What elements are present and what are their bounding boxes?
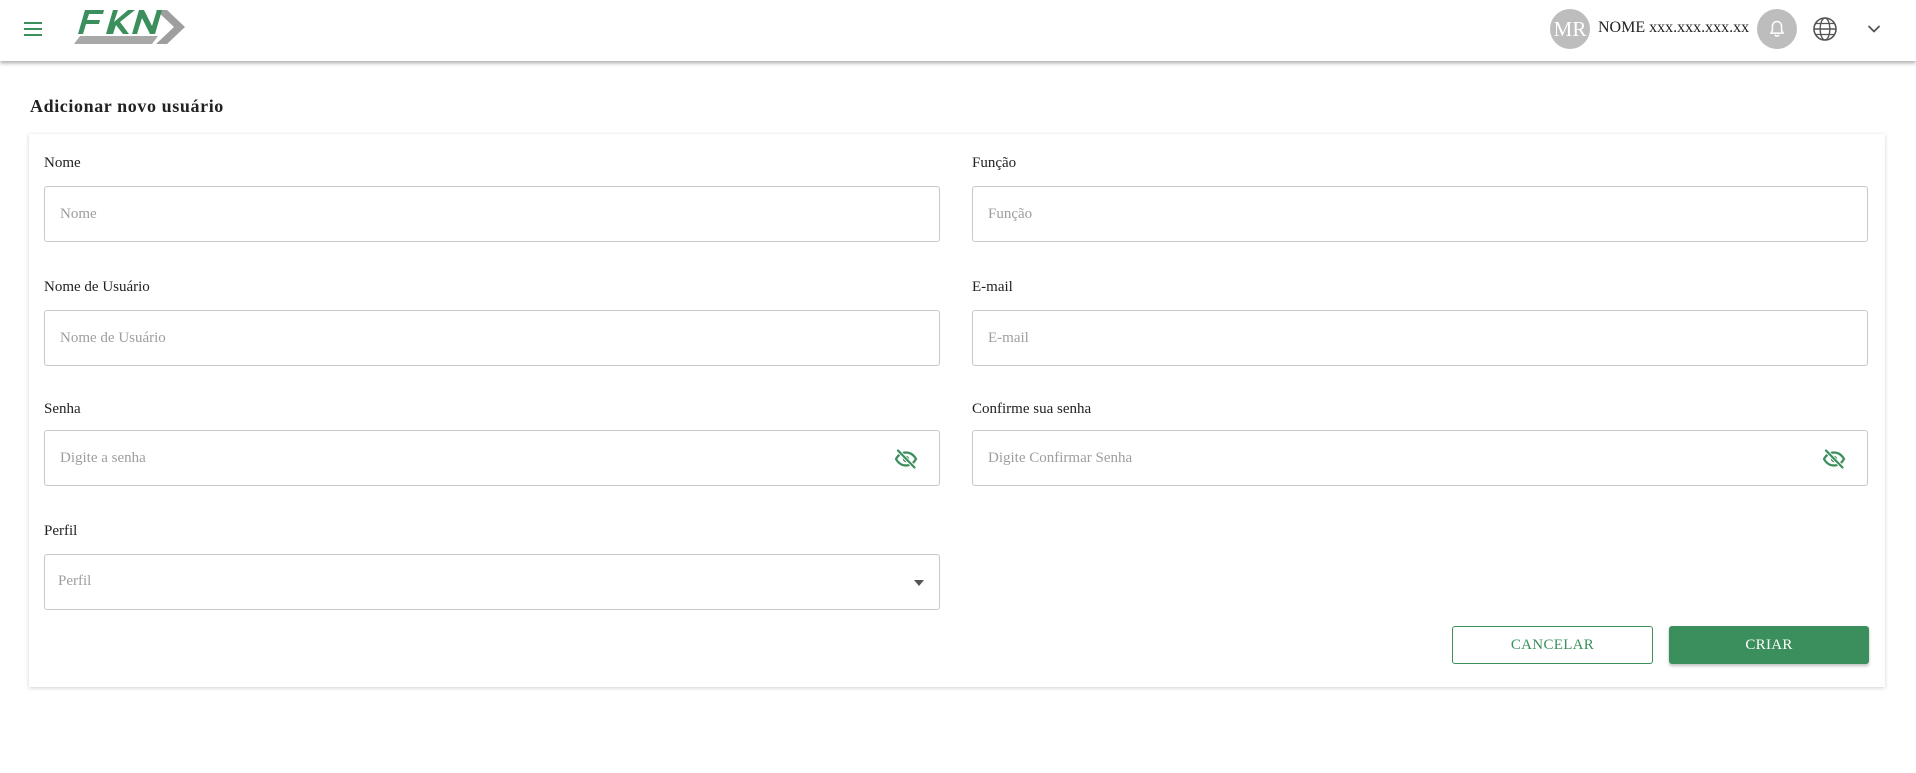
nome-input[interactable]: [58, 187, 878, 241]
logo-graphic: [74, 10, 185, 44]
usuario-label: Nome de Usuário: [44, 279, 150, 295]
eye-off-icon[interactable]: [1821, 447, 1847, 471]
email-input[interactable]: [986, 311, 1806, 365]
confirmar-senha-field[interactable]: [972, 430, 1868, 486]
confirmar-senha-input[interactable]: [986, 431, 1806, 485]
usuario-input[interactable]: [58, 311, 878, 365]
language-button[interactable]: [1812, 16, 1838, 42]
perfil-label: Perfil: [44, 523, 78, 539]
funcao-label: Função: [972, 155, 1017, 171]
nome-label: Nome: [44, 155, 81, 171]
funcao-input[interactable]: [986, 187, 1806, 241]
chevron-down-icon: [1868, 25, 1880, 33]
user-name[interactable]: NOME xxx.xxx.xxx.xx: [1598, 19, 1749, 37]
menu-icon[interactable]: [22, 18, 44, 40]
top-bar: MR NOME xxx.xxx.xxx.xx: [0, 0, 1916, 61]
perfil-select[interactable]: Perfil: [44, 554, 940, 610]
user-menu-toggle[interactable]: [1864, 19, 1884, 39]
bell-icon: [1770, 20, 1784, 37]
add-user-form: Nome Função Nome de Usuário E-mail Senha…: [29, 134, 1885, 687]
nome-field[interactable]: [44, 186, 940, 242]
usuario-field[interactable]: [44, 310, 940, 366]
email-label: E-mail: [972, 279, 1013, 295]
globe-icon: [1813, 17, 1837, 41]
avatar[interactable]: MR: [1550, 9, 1590, 49]
funcao-field[interactable]: [972, 186, 1868, 242]
cancel-button[interactable]: CANCELAR: [1452, 626, 1653, 664]
email-field[interactable]: [972, 310, 1868, 366]
notifications-button[interactable]: [1757, 9, 1797, 49]
page-title: Adicionar novo usuário: [30, 96, 224, 116]
senha-label: Senha: [44, 401, 81, 417]
caret-down-icon[interactable]: [914, 580, 924, 586]
eye-off-icon[interactable]: [893, 447, 919, 471]
confirmar-senha-label: Confirme sua senha: [972, 401, 1092, 417]
senha-field[interactable]: [44, 430, 940, 486]
perfil-placeholder: Perfil: [58, 573, 92, 589]
senha-input[interactable]: [58, 431, 878, 485]
company-logo[interactable]: [72, 6, 190, 52]
create-button[interactable]: CRIAR: [1669, 626, 1869, 664]
